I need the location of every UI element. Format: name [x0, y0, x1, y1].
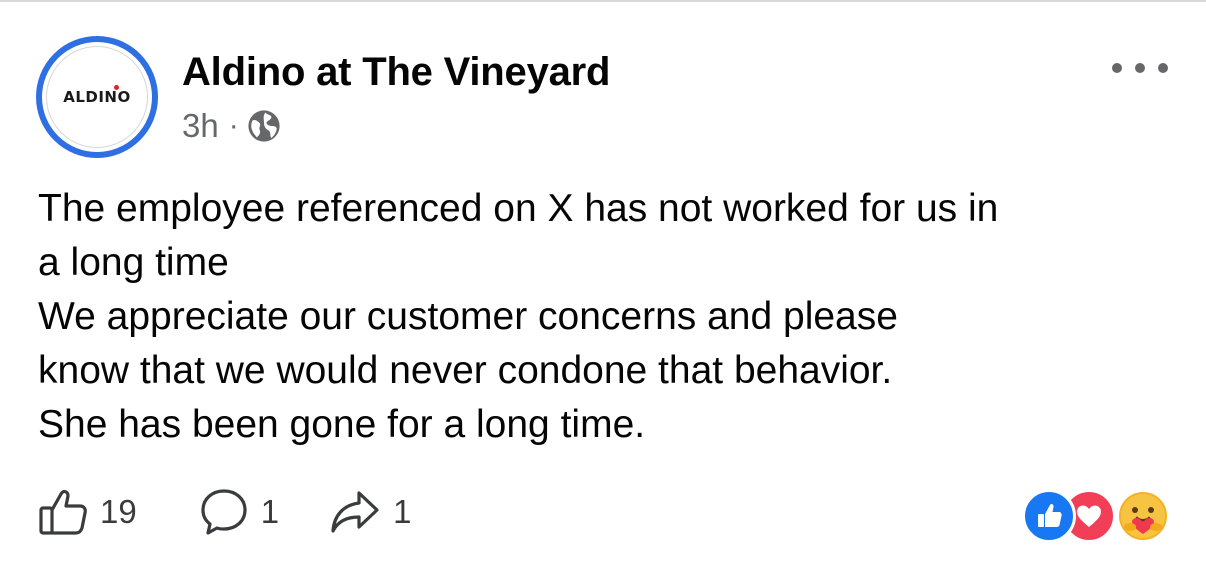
globe-icon[interactable] — [247, 109, 281, 143]
comment-button[interactable]: 1 — [199, 487, 279, 537]
like-reaction-icon — [1022, 489, 1076, 543]
reactions-summary[interactable] — [1022, 486, 1172, 543]
post-body: The employee referenced on X has not wor… — [38, 182, 1188, 452]
post-card: ALDINO Aldino at The Vineyard 3h · The e… — [0, 0, 1206, 570]
comment-count: 1 — [260, 493, 280, 530]
post-body-line: We appreciate our customer concerns and … — [38, 295, 898, 338]
post-body-line: She has been gone for a long time. — [38, 403, 646, 446]
post-meta: 3h · — [182, 106, 281, 146]
logo-text: ALDINO — [63, 85, 131, 106]
action-bar: 19 1 1 — [38, 484, 411, 540]
page-name-link[interactable]: Aldino at The Vineyard — [182, 50, 610, 95]
meta-separator: · — [228, 109, 239, 142]
page-avatar[interactable]: ALDINO — [36, 36, 158, 158]
avatar-logo: ALDINO — [46, 46, 148, 148]
post-body-line: know that we would never condone that be… — [38, 349, 893, 392]
post-timestamp[interactable]: 3h — [182, 107, 219, 145]
logo-accent-dot — [114, 85, 120, 90]
post-body-line: a long time — [38, 241, 229, 284]
like-count: 19 — [100, 493, 137, 530]
more-dot — [1158, 63, 1168, 73]
more-dot — [1135, 63, 1145, 73]
like-icon — [39, 489, 87, 535]
share-icon — [331, 491, 379, 533]
post-body-line: The employee referenced on X has not wor… — [38, 187, 999, 230]
more-options-button[interactable] — [1112, 56, 1168, 80]
like-button[interactable]: 19 — [38, 487, 137, 537]
share-count: 1 — [393, 493, 412, 530]
share-button[interactable]: 1 — [329, 487, 411, 537]
care-reaction-icon — [1116, 489, 1170, 543]
comment-icon — [201, 489, 247, 535]
more-dot — [1112, 63, 1122, 73]
